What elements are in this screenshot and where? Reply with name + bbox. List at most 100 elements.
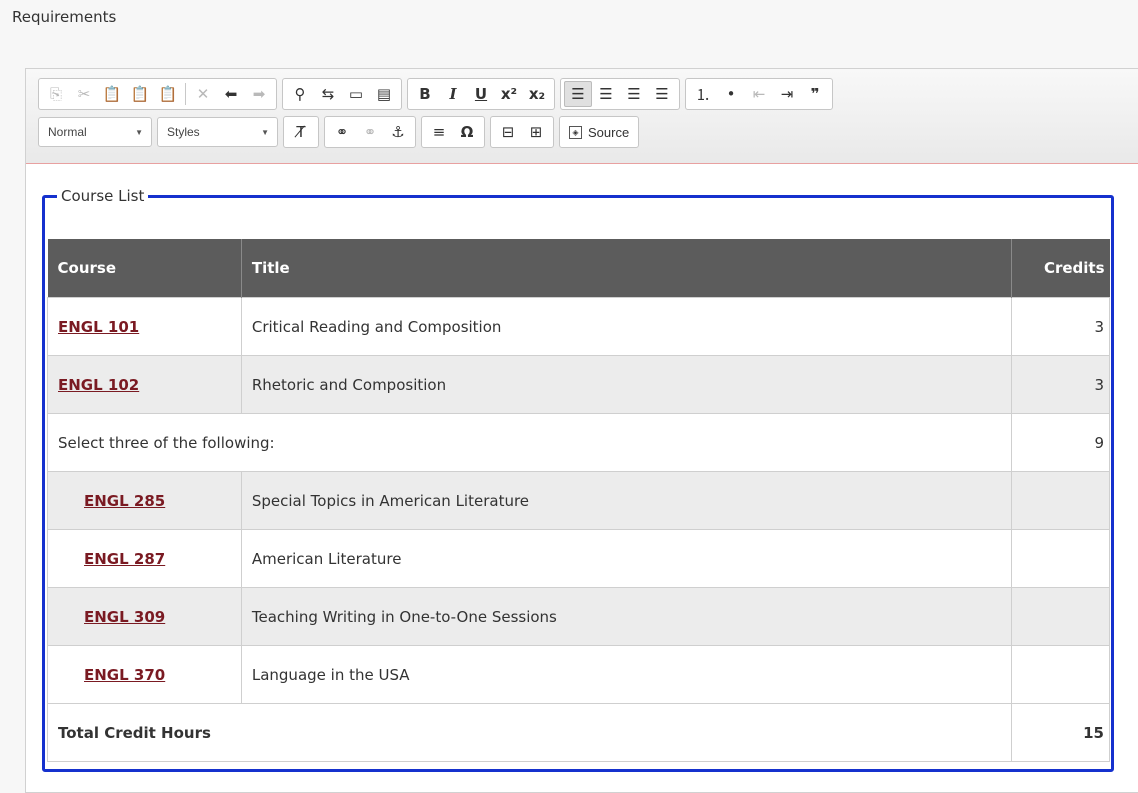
total-credits-cell: 15 [1011,703,1110,762]
course-title-cell: Teaching Writing in One-to-One Sessions [240,587,1013,646]
paste-word-icon[interactable]: 📋 [154,81,182,107]
course-title-cell: Critical Reading and Composition [240,297,1013,356]
replace-icon[interactable]: ⇆ [314,81,342,107]
editor-content[interactable]: Course List Course Title Credits ENGL 10… [26,164,1138,792]
source-button[interactable]: ◈ Source [563,125,635,140]
indent-icon[interactable]: ⇥ [773,81,801,107]
table-row: ENGL 101 Critical Reading and Compositio… [47,297,1110,356]
remove-format-icon[interactable]: T̸ [287,119,315,145]
link-group: ⚭ ⚭ ⚓ [324,116,416,148]
remove-icon[interactable]: ✕ [189,81,217,107]
course-list-legend: Course List [61,187,145,205]
superscript-icon[interactable]: x² [495,81,523,107]
course-code-cell: ENGL 370 [47,645,242,704]
paste-text-icon[interactable]: 📋 [126,81,154,107]
align-center-icon[interactable]: ☰ [592,81,620,107]
copy-icon[interactable]: ⎘ [42,81,70,107]
editor-toolbar: ⎘ ✂ 📋 📋 📋 ✕ ⬅ ➡ ⚲ ⇆ ▭ ▤ B I U x² x₂ ☰ ☰ … [26,69,1138,164]
rich-text-editor: ⎘ ✂ 📋 📋 📋 ✕ ⬅ ➡ ⚲ ⇆ ▭ ▤ B I U x² x₂ ☰ ☰ … [25,68,1138,793]
toolbar-row-2: Normal ▼ Styles ▼ T̸ ⚭ ⚭ ⚓ ≡ Ω ⊟ ⊞ ◈ Sou… [38,116,644,148]
course-table: Course Title Credits ENGL 101 Critical R… [46,239,1110,762]
course-link[interactable]: ENGL 285 [84,492,165,510]
total-row: Total Credit Hours 15 [46,703,1110,762]
horizontal-line-icon[interactable]: ≡ [425,119,453,145]
subscript-icon[interactable]: x₂ [523,81,551,107]
table-group: ⊟ ⊞ [490,116,554,148]
course-credits-cell [1011,471,1110,530]
course-link[interactable]: ENGL 101 [58,318,139,336]
align-left-icon[interactable]: ☰ [564,81,592,107]
table-row: ENGL 309 Teaching Writing in One-to-One … [47,587,1110,646]
clear-format-group: T̸ [283,116,319,148]
source-label: Source [588,124,630,140]
course-credits-cell: 3 [1011,297,1110,356]
total-label-cell: Total Credit Hours [46,703,1013,762]
styles-dropdown[interactable]: Styles ▼ [157,117,278,147]
course-list-fieldset: Course List Course Title Credits ENGL 10… [42,187,1114,772]
styles-value: Styles [167,125,200,139]
find-group: ⚲ ⇆ ▭ ▤ [282,78,402,110]
header-course: Course [47,239,242,298]
cut-icon[interactable]: ✂ [70,81,98,107]
table-row: ENGL 287 American Literature [47,529,1110,588]
anchor-icon[interactable]: ⚓ [384,119,412,145]
header-title: Title [241,239,1013,298]
outdent-icon[interactable]: ⇤ [745,81,773,107]
table-icon[interactable]: ⊞ [522,119,550,145]
course-title-cell: Special Topics in American Literature [240,471,1013,530]
bulleted-list-icon[interactable]: • [717,81,745,107]
align-right-icon[interactable]: ☰ [620,81,648,107]
find-icon[interactable]: ⚲ [286,81,314,107]
table-row: ENGL 370 Language in the USA [47,645,1110,704]
course-link[interactable]: ENGL 370 [84,666,165,684]
table-header-row: Course Title Credits [47,239,1110,298]
spellcheck-icon[interactable]: ▤ [370,81,398,107]
course-code-cell: ENGL 285 [47,471,242,530]
special-char-icon[interactable]: Ω [453,119,481,145]
format-value: Normal [48,125,87,139]
toolbar-row-1: ⎘ ✂ 📋 📋 📋 ✕ ⬅ ➡ ⚲ ⇆ ▭ ▤ B I U x² x₂ ☰ ☰ … [38,78,838,110]
paste-icon[interactable]: 📋 [98,81,126,107]
requirements-label: Requirements [12,8,117,26]
course-credits-cell [1011,587,1110,646]
italic-icon[interactable]: I [439,81,467,107]
bold-icon[interactable]: B [411,81,439,107]
course-credits-cell [1011,529,1110,588]
link-icon[interactable]: ⚭ [328,119,356,145]
course-title-cell: American Literature [240,529,1013,588]
align-justify-icon[interactable]: ☰ [648,81,676,107]
course-credits-cell [1011,645,1110,704]
chevron-down-icon: ▼ [135,127,143,137]
unlink-icon[interactable]: ⚭ [356,119,384,145]
insert-group: ≡ Ω [421,116,485,148]
clipboard-group: ⎘ ✂ 📋 📋 📋 ✕ ⬅ ➡ [38,78,277,110]
source-icon: ◈ [569,125,582,139]
course-title-cell: Rhetoric and Composition [240,355,1013,414]
course-credits-cell: 9 [1011,413,1110,472]
align-group: ☰ ☰ ☰ ☰ [560,78,680,110]
table-row: ENGL 102 Rhetoric and Composition 3 [47,355,1110,414]
basic-styles-group: B I U x² x₂ [407,78,555,110]
course-title-cell: Language in the USA [240,645,1013,704]
course-link[interactable]: ENGL 287 [84,550,165,568]
undo-icon[interactable]: ⬅ [217,81,245,107]
course-link[interactable]: ENGL 309 [84,608,165,626]
course-link[interactable]: ENGL 102 [58,376,139,394]
insert-row-icon[interactable]: ⊟ [494,119,522,145]
list-group: ⒈ • ⇤ ⇥ ❞ [685,78,833,110]
source-group: ◈ Source [559,116,640,148]
format-dropdown[interactable]: Normal ▼ [38,117,152,147]
course-code-cell: ENGL 101 [47,297,242,356]
chevron-down-icon: ▼ [261,127,269,137]
underline-icon[interactable]: U [467,81,495,107]
toolbar-separator [185,83,186,105]
course-code-cell: ENGL 287 [47,529,242,588]
blockquote-icon[interactable]: ❞ [801,81,829,107]
course-credits-cell: 3 [1011,355,1110,414]
header-credits: Credits [1011,239,1110,298]
numbered-list-icon[interactable]: ⒈ [689,81,717,107]
redo-icon[interactable]: ➡ [245,81,273,107]
course-code-cell: ENGL 102 [47,355,242,414]
course-code-cell: ENGL 309 [47,587,242,646]
select-all-icon[interactable]: ▭ [342,81,370,107]
